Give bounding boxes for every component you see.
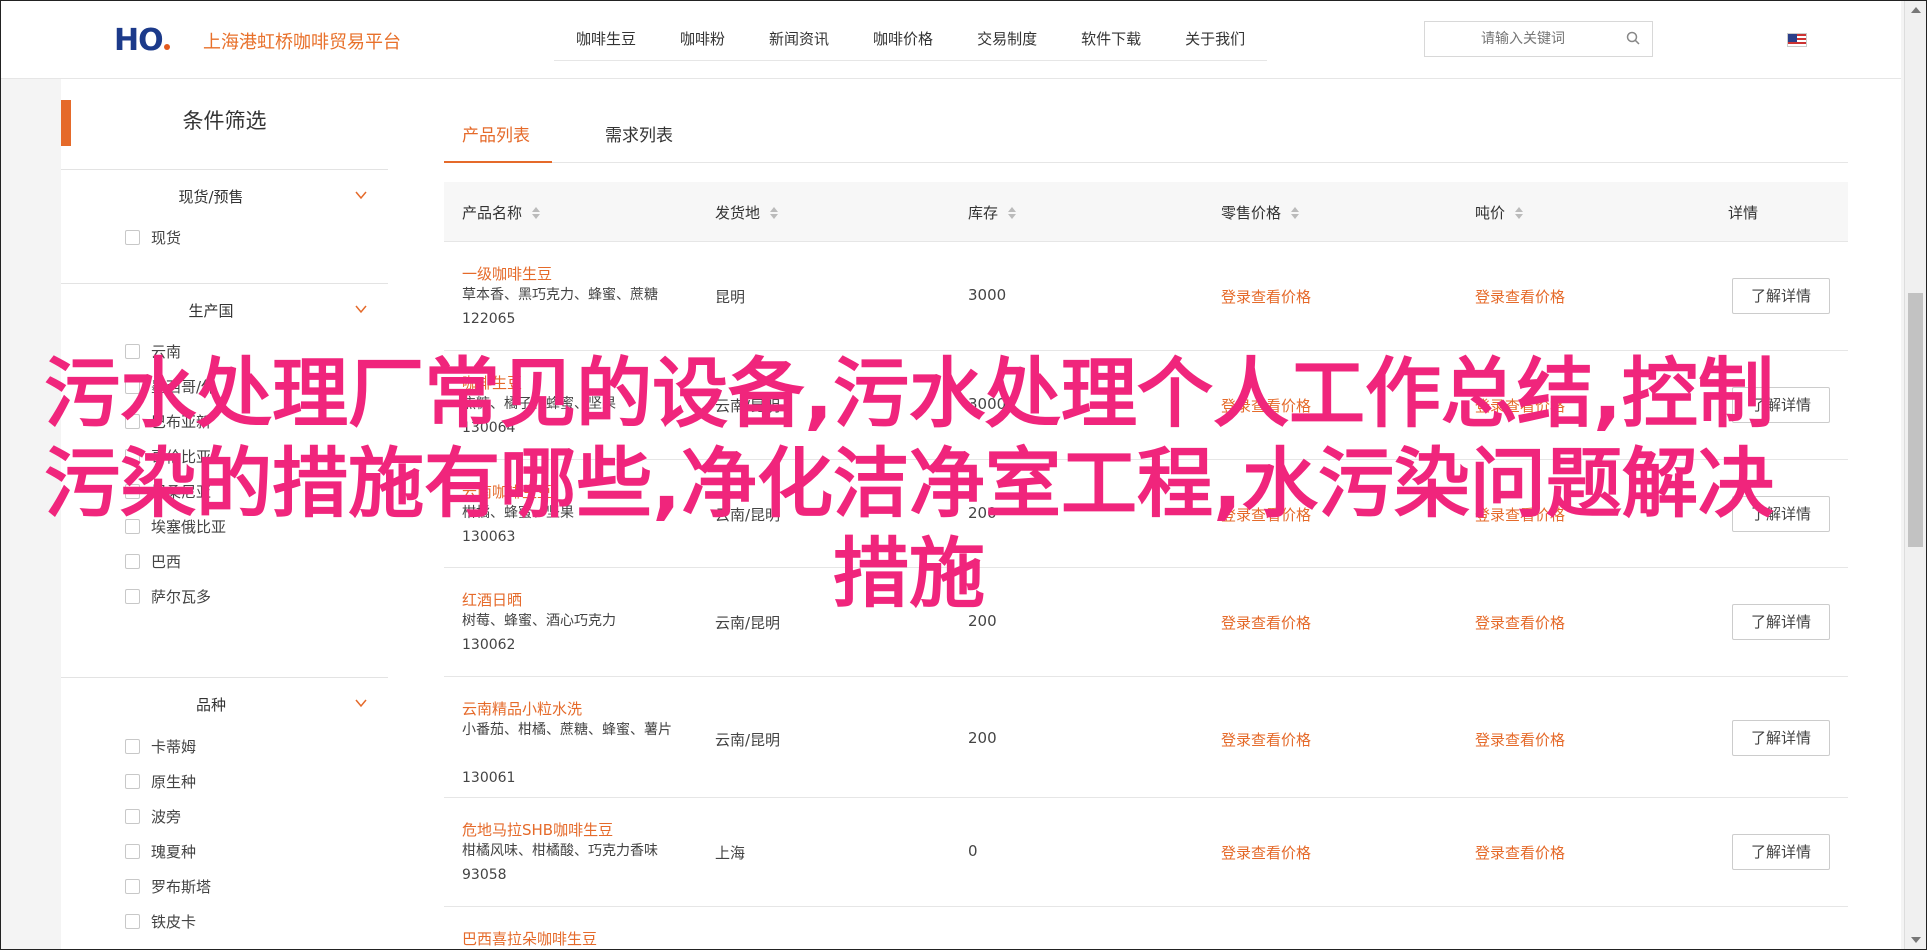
nav-item-trading-rules[interactable]: 交易制度 [955, 1, 1059, 60]
site-logo[interactable]: HO [114, 23, 170, 58]
sort-icon[interactable] [1291, 206, 1300, 219]
table-row: 云南精品小粒水洗 小番茄、柑橘、蔗糖、蜂蜜、薯片 130061 云南/昆明 20… [444, 677, 1848, 798]
table-row: 一级咖啡生豆 草本香、黑巧克力、蜂蜜、蔗糖 122065 昆明 3000 登录查… [444, 242, 1848, 351]
app-frame: HO 上海港虹桥咖啡贸易平台 咖啡生豆 咖啡粉 新闻资讯 咖啡价格 交易制度 软… [0, 0, 1927, 950]
nav-item-green-beans[interactable]: 咖啡生豆 [554, 1, 658, 60]
login-to-view-retail-link[interactable]: 登录查看价格 [1221, 842, 1311, 863]
product-id: 122065 [462, 311, 516, 327]
scroll-up-arrow-icon[interactable] [1911, 7, 1921, 13]
filter-option-variety[interactable]: 瑰夏种 [125, 841, 196, 861]
column-header-name[interactable]: 产品名称 [462, 202, 541, 223]
search-icon[interactable] [1626, 31, 1640, 45]
overlay-headline: 污水处理厂常见的设备,污水处理个人工作总结,控制污染的措施有哪些,净化洁净室工程… [44, 349, 1774, 618]
filter-option-variety[interactable]: 卡蒂姆 [125, 736, 196, 756]
nav-item-news[interactable]: 新闻资讯 [747, 1, 851, 60]
filter-option-variety[interactable]: 原生种 [125, 771, 196, 791]
filter-option-in-stock[interactable]: 现货 [125, 227, 181, 247]
column-header-retail-price[interactable]: 零售价格 [1221, 202, 1300, 223]
brand-name[interactable]: 上海港虹桥咖啡贸易平台 [203, 28, 401, 54]
column-header-detail: 详情 [1728, 204, 1759, 222]
filter-group-variety-label[interactable]: 品种 [61, 694, 361, 715]
product-flavor: 草本香、黑巧克力、蜂蜜、蔗糖 [462, 287, 658, 303]
product-name-link[interactable]: 云南精品小粒水洗 [462, 698, 582, 719]
sort-icon[interactable] [532, 206, 541, 219]
nav-item-prices[interactable]: 咖啡价格 [851, 1, 955, 60]
page-scrollbar[interactable] [1904, 1, 1926, 949]
checkbox[interactable] [125, 738, 140, 754]
table-row: 巴西喜拉朵咖啡生豆 [444, 907, 1848, 949]
login-to-view-ton-link[interactable]: 登录查看价格 [1475, 842, 1565, 863]
sort-icon[interactable] [1008, 206, 1017, 219]
checkbox[interactable] [125, 913, 140, 929]
divider [61, 677, 388, 678]
filter-group-stock-label[interactable]: 现货/预售 [61, 186, 361, 207]
scrollbar-thumb[interactable] [1908, 293, 1923, 547]
search-box [1424, 21, 1653, 57]
sort-icon[interactable] [1515, 206, 1524, 219]
checkbox[interactable] [125, 878, 140, 894]
column-header-origin[interactable]: 发货地 [715, 202, 779, 223]
divider [61, 283, 388, 284]
product-name-link[interactable]: 一级咖啡生豆 [462, 263, 552, 284]
view-detail-button[interactable]: 了解详情 [1732, 278, 1830, 314]
tab-demand-list[interactable]: 需求列表 [605, 121, 673, 146]
tab-product-list[interactable]: 产品列表 [462, 121, 530, 146]
checkbox[interactable] [125, 808, 140, 824]
scroll-down-arrow-icon[interactable] [1911, 937, 1921, 943]
filter-option-variety[interactable]: 波旁 [125, 806, 181, 826]
checkbox[interactable] [125, 773, 140, 789]
filter-option-variety[interactable]: 铁皮卡 [125, 911, 196, 931]
nav-item-coffee-powder[interactable]: 咖啡粉 [658, 1, 747, 60]
login-to-view-ton-link[interactable]: 登录查看价格 [1475, 286, 1565, 307]
chevron-down-icon[interactable] [355, 303, 367, 315]
stock-cell: 3000 [968, 286, 1007, 304]
table-row: 危地马拉SHB咖啡生豆 柑橘风味、柑橘酸、巧克力香味 93058 上海 0 登录… [444, 798, 1848, 907]
view-detail-button[interactable]: 了解详情 [1732, 834, 1830, 870]
product-flavor: 柑橘风味、柑橘酸、巧克力香味 [462, 843, 658, 859]
nav-item-about[interactable]: 关于我们 [1163, 1, 1267, 60]
nav-item-downloads[interactable]: 软件下载 [1059, 1, 1163, 60]
view-detail-button[interactable]: 了解详情 [1732, 720, 1830, 756]
table-header: 产品名称 发货地 库存 零售价格 吨价 详情 [444, 182, 1848, 242]
top-header: HO 上海港虹桥咖啡贸易平台 咖啡生豆 咖啡粉 新闻资讯 咖啡价格 交易制度 软… [1, 1, 1901, 79]
us-flag-icon[interactable] [1787, 33, 1807, 47]
filter-title: 条件筛选 [182, 109, 267, 133]
product-id: 130061 [462, 770, 516, 786]
origin-cell: 云南/昆明 [715, 731, 781, 749]
logo-dot-icon [163, 44, 170, 50]
chevron-down-icon[interactable] [355, 189, 367, 201]
list-tabs: 产品列表 需求列表 [444, 79, 1848, 163]
login-to-view-retail-link[interactable]: 登录查看价格 [1221, 286, 1311, 307]
column-header-ton-price[interactable]: 吨价 [1475, 202, 1524, 223]
stock-cell: 0 [968, 842, 978, 860]
login-to-view-retail-link[interactable]: 登录查看价格 [1221, 729, 1311, 750]
filter-option-variety[interactable]: 罗布斯塔 [125, 876, 211, 896]
active-tab-indicator [444, 161, 552, 163]
product-id: 93058 [462, 867, 507, 883]
stock-cell: 200 [968, 729, 997, 747]
chevron-down-icon[interactable] [355, 697, 367, 709]
checkbox[interactable] [125, 229, 140, 245]
login-to-view-ton-link[interactable]: 登录查看价格 [1475, 729, 1565, 750]
filter-group-country-label[interactable]: 生产国 [61, 300, 361, 321]
column-header-stock[interactable]: 库存 [968, 202, 1017, 223]
product-flavor: 小番茄、柑橘、蔗糖、蜂蜜、薯片 [462, 722, 672, 738]
product-name-link[interactable]: 巴西喜拉朵咖啡生豆 [462, 928, 597, 949]
checkbox[interactable] [125, 843, 140, 859]
sort-icon[interactable] [770, 206, 779, 219]
main-nav: 咖啡生豆 咖啡粉 新闻资讯 咖啡价格 交易制度 软件下载 关于我们 [554, 1, 1268, 61]
origin-cell: 昆明 [715, 288, 746, 306]
divider [61, 169, 388, 170]
product-id: 130062 [462, 637, 516, 653]
product-name-link[interactable]: 危地马拉SHB咖啡生豆 [462, 819, 613, 840]
search-input[interactable] [1425, 22, 1605, 56]
origin-cell: 上海 [715, 844, 746, 862]
